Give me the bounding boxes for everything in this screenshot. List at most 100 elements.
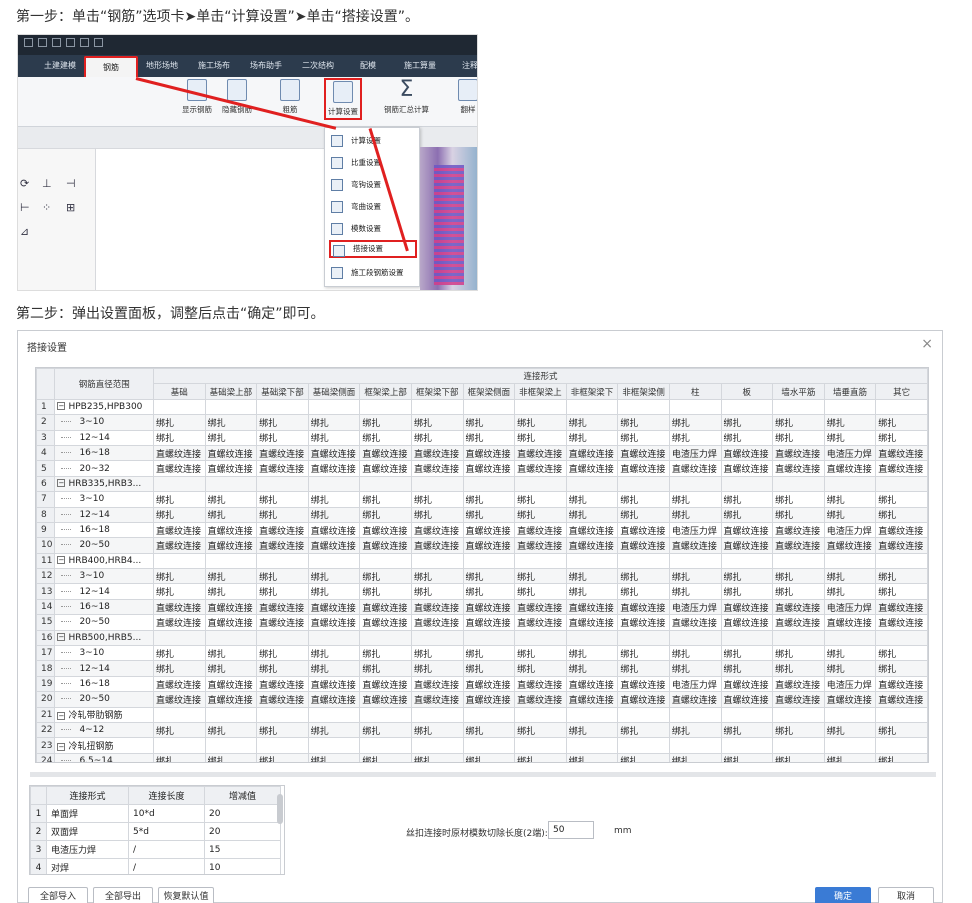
connection-cell[interactable]: 电渣压力焊: [823, 675, 877, 693]
connection-cell[interactable]: 绑扎: [823, 660, 877, 677]
collapse-icon[interactable]: −: [57, 742, 66, 751]
connection-cell[interactable]: [668, 552, 722, 570]
connection-cell[interactable]: [668, 737, 722, 754]
connection-cell[interactable]: 直螺纹连接: [204, 691, 258, 708]
connection-cell[interactable]: 绑扎: [307, 414, 361, 431]
connection-cell[interactable]: 绑扎: [617, 721, 670, 739]
table-row[interactable]: 8 12~14 绑扎 绑扎 绑扎 绑扎 绑扎 绑扎 绑扎 绑扎 绑扎 绑扎 绑扎 绑扎 绑扎 绑扎 绑扎: [36, 506, 928, 523]
import-all-button[interactable]: 全部导入: [28, 887, 88, 903]
undo-icon[interactable]: [24, 38, 33, 47]
connection-cell[interactable]: [256, 737, 309, 754]
points-icon[interactable]: ⁘: [42, 201, 51, 214]
connection-cell[interactable]: 直螺纹连接: [359, 598, 412, 616]
connection-cell[interactable]: [514, 398, 567, 416]
connection-cell[interactable]: 直螺纹连接: [410, 521, 464, 539]
connection-cell[interactable]: 绑扎: [514, 645, 567, 662]
connection-cell[interactable]: 绑扎: [307, 583, 361, 600]
connection-cell[interactable]: 绑扎: [720, 414, 774, 431]
connection-cell[interactable]: 绑扎: [617, 752, 670, 762]
connection-cell[interactable]: 直螺纹连接: [720, 675, 774, 693]
connection-cell[interactable]: 绑扎: [823, 506, 877, 523]
connection-cell[interactable]: [875, 552, 928, 570]
connection-cell[interactable]: 直螺纹连接: [720, 521, 774, 539]
connection-cell[interactable]: 绑扎: [307, 660, 361, 677]
connection-cell[interactable]: 绑扎: [772, 568, 825, 585]
connection-cell[interactable]: [720, 552, 774, 570]
table-row[interactable]: 6− HRB335,HRB3...: [36, 475, 928, 493]
connection-cell[interactable]: 绑扎: [514, 429, 567, 446]
table-row[interactable]: 5 20~32 直螺纹连接 直螺纹连接 直螺纹连接 直螺纹连接 直螺纹连接 直螺纹连接 直螺纹连…: [36, 460, 928, 477]
connection-cell[interactable]: 绑扎: [204, 414, 258, 431]
connection-cell[interactable]: [152, 737, 206, 754]
connection-cell[interactable]: 直螺纹连接: [152, 521, 206, 539]
hide-rebar-button[interactable]: 隐藏钢筋: [222, 79, 252, 115]
connection-cell[interactable]: 电渣压力焊: [668, 521, 722, 539]
connection-cell[interactable]: [617, 552, 670, 570]
connection-cell[interactable]: 绑扎: [256, 491, 309, 508]
connection-cell[interactable]: 直螺纹连接: [875, 675, 928, 693]
connection-cell[interactable]: [462, 475, 516, 493]
connection-cell[interactable]: 直螺纹连接: [256, 521, 309, 539]
table-row[interactable]: 9 16~18 直螺纹连接 直螺纹连接 直螺纹连接 直螺纹连接 直螺纹连接 直螺纹连接 直螺纹连…: [36, 521, 928, 539]
connection-cell[interactable]: 直螺纹连接: [410, 444, 464, 462]
connection-cell[interactable]: 绑扎: [668, 645, 722, 662]
collapse-icon[interactable]: −: [57, 402, 66, 411]
table-row[interactable]: 14 16~18 直螺纹连接 直螺纹连接 直螺纹连接 直螺纹连接 直螺纹连接 直螺纹连接 直螺纹…: [36, 598, 928, 616]
connection-cell[interactable]: 绑扎: [204, 506, 258, 523]
connection-cell[interactable]: [720, 398, 774, 416]
connection-cell[interactable]: 直螺纹连接: [875, 691, 928, 708]
connection-cell[interactable]: [720, 706, 774, 723]
connection-cell[interactable]: 直螺纹连接: [514, 444, 567, 462]
connection-cell[interactable]: 绑扎: [720, 506, 774, 523]
connection-cell[interactable]: [256, 706, 309, 723]
connection-cell[interactable]: 直螺纹连接: [668, 614, 722, 631]
connection-cell[interactable]: 绑扎: [256, 752, 309, 762]
restore-default-button[interactable]: 恢复默认值: [158, 887, 214, 903]
connection-cell[interactable]: 绑扎: [152, 414, 206, 431]
connection-cell[interactable]: [359, 706, 412, 723]
connection-cell[interactable]: 绑扎: [772, 645, 825, 662]
connection-cell[interactable]: 绑扎: [462, 645, 516, 662]
connection-cell[interactable]: 绑扎: [359, 645, 412, 662]
connection-cell[interactable]: [823, 552, 877, 570]
connection-cell[interactable]: 绑扎: [410, 414, 464, 431]
connection-cell[interactable]: 电渣压力焊: [823, 521, 877, 539]
connection-cell[interactable]: 绑扎: [565, 752, 619, 762]
table-row[interactable]: 20 20~50 直螺纹连接 直螺纹连接 直螺纹连接 直螺纹连接 直螺纹连接 直螺纹连接 直螺纹…: [36, 691, 928, 708]
connection-cell[interactable]: 绑扎: [359, 752, 412, 762]
connection-cell[interactable]: 绑扎: [152, 721, 206, 739]
connection-cell[interactable]: 绑扎: [875, 506, 928, 523]
connection-cell[interactable]: [668, 629, 722, 647]
connection-cell[interactable]: 绑扎: [359, 429, 412, 446]
lap-cell[interactable]: /: [128, 840, 205, 859]
connection-cell[interactable]: 绑扎: [256, 429, 309, 446]
connection-cell[interactable]: 绑扎: [772, 414, 825, 431]
connection-cell[interactable]: 直螺纹连接: [152, 598, 206, 616]
copy-icon[interactable]: [52, 38, 61, 47]
connection-cell[interactable]: 绑扎: [565, 583, 619, 600]
connection-cell[interactable]: 直螺纹连接: [514, 460, 567, 477]
connection-cell[interactable]: 绑扎: [307, 645, 361, 662]
connection-cell[interactable]: 绑扎: [823, 568, 877, 585]
connection-cell[interactable]: 直螺纹连接: [307, 675, 361, 693]
table-row[interactable]: 23− 冷轧扭钢筋: [36, 737, 928, 754]
connection-cell[interactable]: [875, 706, 928, 723]
connection-cell[interactable]: 绑扎: [720, 721, 774, 739]
connection-cell[interactable]: 绑扎: [617, 414, 670, 431]
table-row[interactable]: 12 3~10 绑扎 绑扎 绑扎 绑扎 绑扎 绑扎 绑扎 绑扎 绑扎 绑扎 绑扎 绑扎 绑扎 绑扎 绑扎: [36, 568, 928, 585]
connection-cell[interactable]: 直螺纹连接: [256, 614, 309, 631]
connection-cell[interactable]: 绑扎: [668, 660, 722, 677]
connection-cell[interactable]: 直螺纹连接: [617, 675, 670, 693]
connection-cell[interactable]: [204, 629, 258, 647]
connection-cell[interactable]: [152, 552, 206, 570]
connection-cell[interactable]: 绑扎: [256, 583, 309, 600]
connection-cell[interactable]: 绑扎: [410, 568, 464, 585]
connection-cell[interactable]: 直螺纹连接: [823, 614, 877, 631]
connection-cell[interactable]: 直螺纹连接: [204, 614, 258, 631]
connection-cell[interactable]: 直螺纹连接: [152, 691, 206, 708]
connection-cell[interactable]: 电渣压力焊: [668, 444, 722, 462]
connection-cell[interactable]: 绑扎: [668, 429, 722, 446]
menu-item-segment-rebar-settings[interactable]: 施工段钢筋设置: [329, 264, 417, 282]
connection-cell[interactable]: 绑扎: [410, 645, 464, 662]
connection-cell[interactable]: [823, 737, 877, 754]
